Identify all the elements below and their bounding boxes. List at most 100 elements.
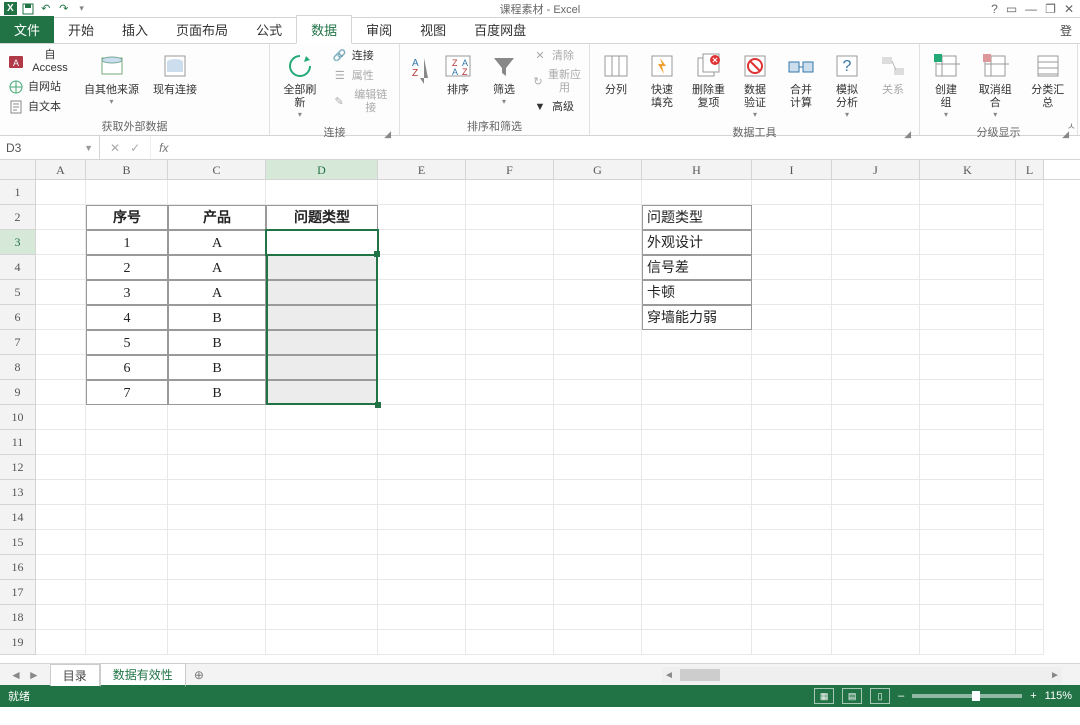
cell-C8[interactable]: B: [168, 355, 266, 380]
cell-G2[interactable]: [554, 205, 642, 230]
undo-icon[interactable]: ↶: [39, 2, 53, 16]
cell-E2[interactable]: [378, 205, 466, 230]
cell-J15[interactable]: [832, 530, 920, 555]
cell-J2[interactable]: [832, 205, 920, 230]
cell-G19[interactable]: [554, 630, 642, 655]
subtotal-button[interactable]: 分类汇总: [1025, 48, 1072, 112]
redo-icon[interactable]: ↷: [57, 2, 71, 16]
cell-H7[interactable]: [642, 330, 752, 355]
cell-B2[interactable]: 序号: [86, 205, 168, 230]
cell-K7[interactable]: [920, 330, 1016, 355]
cell-G10[interactable]: [554, 405, 642, 430]
flash-fill-button[interactable]: 快速填充: [642, 48, 682, 112]
cell-K10[interactable]: [920, 405, 1016, 430]
cell-H19[interactable]: [642, 630, 752, 655]
sheet-tab-active[interactable]: 数据有效性: [100, 663, 186, 687]
cell-K8[interactable]: [920, 355, 1016, 380]
cell-E12[interactable]: [378, 455, 466, 480]
cell-B11[interactable]: [86, 430, 168, 455]
tab-view[interactable]: 视图: [406, 16, 460, 43]
cell-J6[interactable]: [832, 305, 920, 330]
cell-J12[interactable]: [832, 455, 920, 480]
relationships-button[interactable]: 关系: [873, 48, 913, 99]
col-header-B[interactable]: B: [86, 160, 168, 179]
scroll-left-icon[interactable]: ◄: [662, 670, 676, 681]
row-header-8[interactable]: 8: [0, 355, 36, 380]
cell-J1[interactable]: [832, 180, 920, 205]
ungroup-button[interactable]: 取消组合▾: [972, 48, 1019, 122]
cell-E16[interactable]: [378, 555, 466, 580]
row-header-12[interactable]: 12: [0, 455, 36, 480]
cell-A17[interactable]: [36, 580, 86, 605]
cell-L18[interactable]: [1016, 605, 1044, 630]
cell-H18[interactable]: [642, 605, 752, 630]
cell-E14[interactable]: [378, 505, 466, 530]
cell-A9[interactable]: [36, 380, 86, 405]
col-header-I[interactable]: I: [752, 160, 832, 179]
cell-I1[interactable]: [752, 180, 832, 205]
connections-button[interactable]: 🔗连接: [330, 48, 393, 66]
cell-H1[interactable]: [642, 180, 752, 205]
group-button[interactable]: 创建组▾: [926, 48, 966, 122]
cell-D9[interactable]: [266, 380, 378, 405]
restore-icon[interactable]: ❐: [1045, 2, 1056, 16]
cell-H9[interactable]: [642, 380, 752, 405]
cell-L16[interactable]: [1016, 555, 1044, 580]
cell-I2[interactable]: [752, 205, 832, 230]
cell-C3[interactable]: A: [168, 230, 266, 255]
cell-I3[interactable]: [752, 230, 832, 255]
cell-L7[interactable]: [1016, 330, 1044, 355]
col-header-F[interactable]: F: [466, 160, 554, 179]
cell-D2[interactable]: 问题类型: [266, 205, 378, 230]
cell-D15[interactable]: [266, 530, 378, 555]
cell-E6[interactable]: [378, 305, 466, 330]
cell-F11[interactable]: [466, 430, 554, 455]
cell-C12[interactable]: [168, 455, 266, 480]
cell-D19[interactable]: [266, 630, 378, 655]
cell-B1[interactable]: [86, 180, 168, 205]
cell-L13[interactable]: [1016, 480, 1044, 505]
cell-A19[interactable]: [36, 630, 86, 655]
horizontal-scrollbar[interactable]: ◄ ►: [662, 667, 1062, 683]
cell-H12[interactable]: [642, 455, 752, 480]
cell-E10[interactable]: [378, 405, 466, 430]
tab-layout[interactable]: 页面布局: [162, 16, 242, 43]
cell-J4[interactable]: [832, 255, 920, 280]
cell-A4[interactable]: [36, 255, 86, 280]
row-header-1[interactable]: 1: [0, 180, 36, 205]
cell-D8[interactable]: [266, 355, 378, 380]
cell-I13[interactable]: [752, 480, 832, 505]
cell-F3[interactable]: [466, 230, 554, 255]
cell-G15[interactable]: [554, 530, 642, 555]
cell-L17[interactable]: [1016, 580, 1044, 605]
cell-J11[interactable]: [832, 430, 920, 455]
cell-D5[interactable]: [266, 280, 378, 305]
cell-K18[interactable]: [920, 605, 1016, 630]
cell-I15[interactable]: [752, 530, 832, 555]
cell-L8[interactable]: [1016, 355, 1044, 380]
row-header-9[interactable]: 9: [0, 380, 36, 405]
col-header-D[interactable]: D: [266, 160, 378, 179]
col-header-K[interactable]: K: [920, 160, 1016, 179]
help-icon[interactable]: ?: [991, 2, 998, 16]
enter-icon[interactable]: ✓: [130, 141, 140, 155]
tab-file[interactable]: 文件: [0, 16, 54, 43]
cell-L1[interactable]: [1016, 180, 1044, 205]
cell-H5[interactable]: 卡顿: [642, 280, 752, 305]
cell-H14[interactable]: [642, 505, 752, 530]
cell-C6[interactable]: B: [168, 305, 266, 330]
cell-K13[interactable]: [920, 480, 1016, 505]
cell-E4[interactable]: [378, 255, 466, 280]
cell-C17[interactable]: [168, 580, 266, 605]
dialog-launcher-icon[interactable]: ◢: [904, 129, 911, 140]
save-icon[interactable]: [21, 2, 35, 16]
data-validation-button[interactable]: 数据验证▾: [735, 48, 775, 122]
existing-connections-button[interactable]: 现有连接: [149, 48, 201, 99]
cell-B3[interactable]: 1: [86, 230, 168, 255]
cell-G4[interactable]: [554, 255, 642, 280]
cell-C19[interactable]: [168, 630, 266, 655]
cell-E1[interactable]: [378, 180, 466, 205]
dialog-launcher-icon[interactable]: ◢: [384, 129, 391, 140]
cell-F2[interactable]: [466, 205, 554, 230]
clear-filter-button[interactable]: ✕清除: [530, 48, 583, 66]
